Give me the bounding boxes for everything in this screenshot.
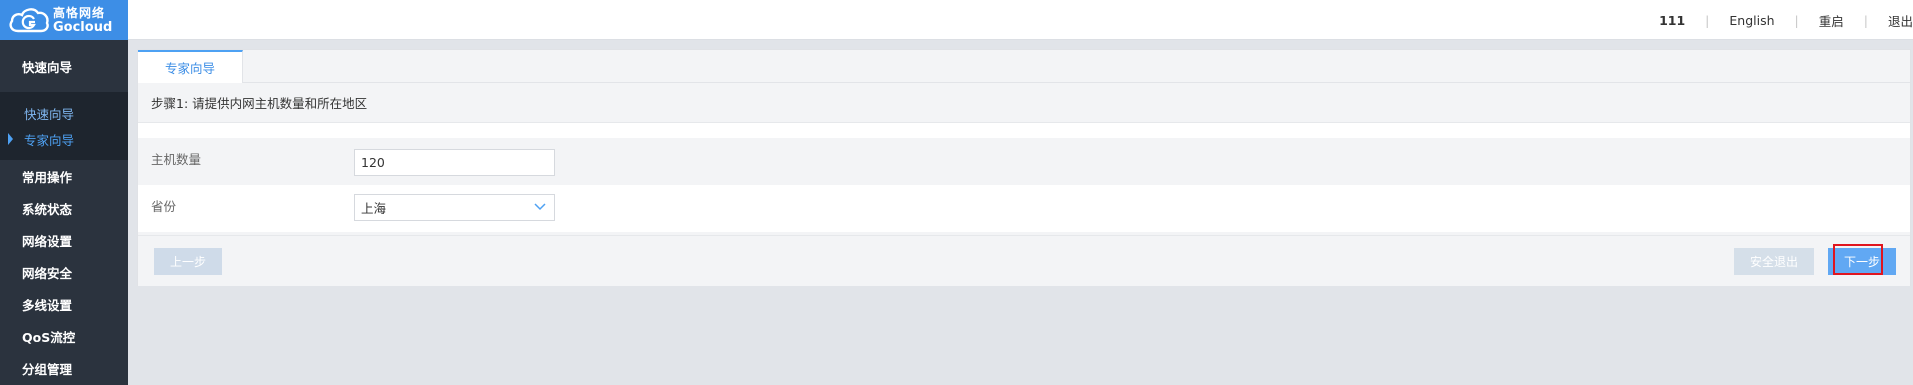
province-value: 上海 — [361, 201, 387, 216]
province-label: 省份 — [151, 199, 177, 214]
nav-item-network-security[interactable]: 网络安全 — [0, 256, 128, 288]
host-count-input[interactable]: 120 — [354, 149, 555, 176]
nav-item-common-ops[interactable]: 常用操作 — [0, 160, 128, 192]
tab-expert-wizard[interactable]: 专家向导 — [138, 50, 243, 83]
prev-step-button[interactable]: 上一步 — [154, 248, 222, 275]
nav-item-multiline[interactable]: 多线设置 — [0, 288, 128, 320]
tab-bar: 专家向导 — [138, 50, 1910, 83]
logout-link[interactable]: 退出 — [1868, 11, 1913, 30]
nav-group-quick-wizard[interactable]: 快速向导 — [0, 40, 128, 92]
sidebar: 高恪网络 Gocloud 快速向导 快速向导 专家向导 常用操作 系统状态 网络… — [0, 0, 128, 385]
restart-link[interactable]: 重启 — [1799, 11, 1864, 30]
sub-item-quick-wizard[interactable]: 快速向导 — [0, 100, 128, 126]
highlight-box — [1833, 244, 1883, 275]
nav-item-group-mgmt[interactable]: 分组管理 — [0, 352, 128, 384]
host-count-row: 主机数量 120 — [138, 138, 1910, 185]
step-instruction: 步骤1: 请提供内网主机数量和所在地区 — [138, 83, 1910, 123]
province-select[interactable]: 上海 — [354, 194, 555, 221]
nav-item-qos[interactable]: QoS流控 — [0, 320, 128, 352]
topbar: 111 | English | 重启 | 退出 — [128, 0, 1913, 40]
language-link[interactable]: English — [1709, 13, 1794, 28]
nav-item-network-settings[interactable]: 网络设置 — [0, 224, 128, 256]
sub-nav: 快速向导 专家向导 — [0, 92, 128, 160]
nav-item-system-status[interactable]: 系统状态 — [0, 192, 128, 224]
cloud-logo-icon — [9, 8, 49, 33]
sub-item-expert-wizard[interactable]: 专家向导 — [0, 126, 128, 152]
wizard-panel: 专家向导 步骤1: 请提供内网主机数量和所在地区 主机数量 120 省份 上海 … — [137, 49, 1911, 286]
logo: 高恪网络 Gocloud — [0, 0, 128, 40]
brand-name-cn: 高恪网络 — [53, 5, 106, 20]
safe-exit-button[interactable]: 安全退出 — [1734, 248, 1814, 275]
chevron-down-icon — [534, 203, 546, 211]
wizard-footer: 上一步 安全退出 下一步 — [138, 235, 1910, 286]
host-count-label: 主机数量 — [151, 152, 202, 167]
province-row: 省份 上海 — [138, 185, 1910, 232]
brand-name-en: Gocloud — [53, 19, 113, 35]
user-name[interactable]: 111 — [1639, 13, 1705, 28]
